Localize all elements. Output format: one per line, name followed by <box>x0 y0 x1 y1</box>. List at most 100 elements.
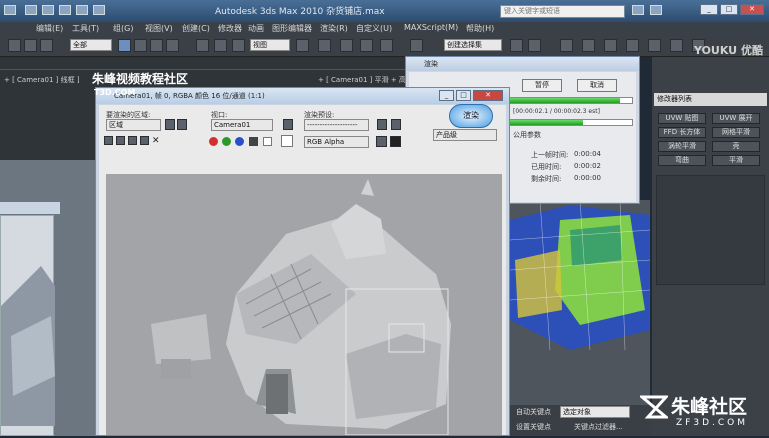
viewport-label-left[interactable]: + [ Camera01 ] 线框 ] <box>4 75 80 85</box>
redo-icon[interactable] <box>93 5 105 15</box>
schematic-view-icon[interactable] <box>604 39 617 52</box>
render-setup-icon[interactable] <box>648 39 661 52</box>
edit-named-sets-icon[interactable] <box>410 39 423 52</box>
blue-channel-icon[interactable] <box>235 137 244 146</box>
menu-edit[interactable]: 编辑(E) <box>36 23 63 34</box>
toggle-ui-icon[interactable] <box>390 136 401 147</box>
mirror-icon[interactable] <box>510 39 523 52</box>
menu-view[interactable]: 视图(V) <box>145 23 173 34</box>
app-icon[interactable] <box>4 5 16 15</box>
curve-editor-icon[interactable] <box>582 39 595 52</box>
print-icon[interactable] <box>140 136 149 145</box>
render-window-maximize[interactable]: □ <box>456 90 471 101</box>
render-button[interactable]: 渲染 <box>449 104 493 128</box>
edit-region-icon[interactable] <box>165 119 175 130</box>
link-icon[interactable] <box>8 39 21 52</box>
spinner-snap-icon[interactable] <box>380 39 393 52</box>
uvw-unwrap-button[interactable]: UVW 展开 <box>712 113 760 124</box>
clear-icon[interactable]: ✕ <box>152 136 160 146</box>
cancel-render-button[interactable]: 取消 <box>577 79 617 92</box>
angle-snap-icon[interactable] <box>340 39 353 52</box>
render-preset-dropdown[interactable]: -------------------- <box>304 119 369 131</box>
menu-group[interactable]: 组(G) <box>113 23 133 34</box>
area-to-render-dropdown[interactable]: 区域 <box>106 119 161 131</box>
close-button[interactable]: ✕ <box>740 4 764 15</box>
environment-icon[interactable] <box>391 119 401 130</box>
mono-icon[interactable] <box>263 137 272 146</box>
menu-maxscript[interactable]: MAXScript(M) <box>404 23 458 32</box>
lock-icon[interactable] <box>283 119 293 130</box>
bend-button[interactable]: 弯曲 <box>658 155 706 166</box>
set-key-button[interactable]: 设置关键点 <box>516 422 551 432</box>
rotate-icon[interactable] <box>214 39 227 52</box>
viewport-label-right[interactable]: + [ Camera01 ] 平滑 + 高光 ] <box>318 75 418 85</box>
copy-image-icon[interactable] <box>116 136 125 145</box>
display-channel-dropdown[interactable]: RGB Alpha <box>304 136 369 148</box>
menu-rendering[interactable]: 渲染(R) <box>320 23 348 34</box>
snap-icon[interactable] <box>318 39 331 52</box>
modifier-stack[interactable] <box>656 175 765 285</box>
selection-filter-dropdown[interactable]: 全部 <box>70 39 112 51</box>
meshsmooth-button[interactable]: 网格平滑 <box>712 127 760 138</box>
search-icon[interactable] <box>632 5 644 15</box>
percent-snap-icon[interactable] <box>360 39 373 52</box>
ffd-box-button[interactable]: FFD 长方体 <box>658 127 706 138</box>
perspective-viewport[interactable] <box>509 199 651 405</box>
render-setup-icon-small[interactable] <box>377 119 387 130</box>
common-params-header[interactable]: 公用参数 <box>513 130 541 140</box>
material-editor-icon[interactable] <box>626 39 639 52</box>
shell-button[interactable]: 壳 <box>712 141 760 152</box>
menu-help[interactable]: 帮助(H) <box>466 23 494 34</box>
named-selection-dropdown[interactable]: 创建选择集 <box>444 39 502 51</box>
minimize-button[interactable]: _ <box>700 4 718 15</box>
pause-button[interactable]: 暂停 <box>522 79 562 92</box>
scale-icon[interactable] <box>232 39 245 52</box>
background-viewport-left[interactable] <box>0 160 95 436</box>
turbosmooth-button[interactable]: 涡轮平滑 <box>658 141 706 152</box>
auto-key-button[interactable]: 自动关键点 <box>516 407 551 417</box>
save-image-icon[interactable] <box>104 136 113 145</box>
modifier-list-dropdown[interactable]: 修改器列表 <box>654 93 767 106</box>
layer-manager-icon[interactable] <box>560 39 573 52</box>
red-channel-icon[interactable] <box>209 137 218 146</box>
undo-icon[interactable] <box>76 5 88 15</box>
menu-graph-editors[interactable]: 图形编辑器 <box>272 23 312 34</box>
rect-select-icon[interactable] <box>150 39 163 52</box>
alpha-channel-icon[interactable] <box>249 137 258 146</box>
menu-tools[interactable]: 工具(T) <box>72 23 99 34</box>
green-channel-icon[interactable] <box>222 137 231 146</box>
menu-create[interactable]: 创建(C) <box>182 23 210 34</box>
open-file-icon[interactable] <box>42 5 54 15</box>
render-window-minimize[interactable]: _ <box>439 90 454 101</box>
viewport-dropdown[interactable]: Camera01 <box>211 119 273 131</box>
rendered-frame-window-icon[interactable] <box>670 39 683 52</box>
search-input[interactable]: 键入关键字或短语 <box>500 5 625 18</box>
menu-animation[interactable]: 动画 <box>248 23 264 34</box>
smooth-button[interactable]: 平滑 <box>712 155 760 166</box>
bind-icon[interactable] <box>40 39 53 52</box>
save-file-icon[interactable] <box>59 5 71 15</box>
move-icon[interactable] <box>196 39 209 52</box>
selected-dropdown[interactable]: 选定对象 <box>560 406 630 418</box>
pivot-icon[interactable] <box>296 39 309 52</box>
render-window-close[interactable]: ✕ <box>473 90 503 101</box>
key-filters-button[interactable]: 关键点过滤器... <box>574 422 623 432</box>
unlink-icon[interactable] <box>24 39 37 52</box>
help-icon[interactable] <box>650 5 662 15</box>
select-by-name-icon[interactable] <box>134 39 147 52</box>
window-crossing-icon[interactable] <box>166 39 179 52</box>
menu-customize[interactable]: 自定义(U) <box>356 23 392 34</box>
toggle-ui-overlay-icon[interactable] <box>376 136 387 147</box>
align-icon[interactable] <box>528 39 541 52</box>
clone-window-icon[interactable] <box>128 136 137 145</box>
select-object-icon[interactable] <box>118 39 131 52</box>
menu-modifiers[interactable]: 修改器 <box>218 23 242 34</box>
new-file-icon[interactable] <box>25 5 37 15</box>
color-swatch[interactable] <box>281 135 293 147</box>
render-mode-dropdown[interactable]: 产品级 <box>433 129 497 141</box>
reference-coord-dropdown[interactable]: 视图 <box>250 39 290 51</box>
maximize-button[interactable]: □ <box>720 4 738 15</box>
auto-region-icon[interactable] <box>177 119 187 130</box>
uvw-map-button[interactable]: UVW 贴图 <box>658 113 706 124</box>
render-canvas[interactable] <box>106 174 502 436</box>
